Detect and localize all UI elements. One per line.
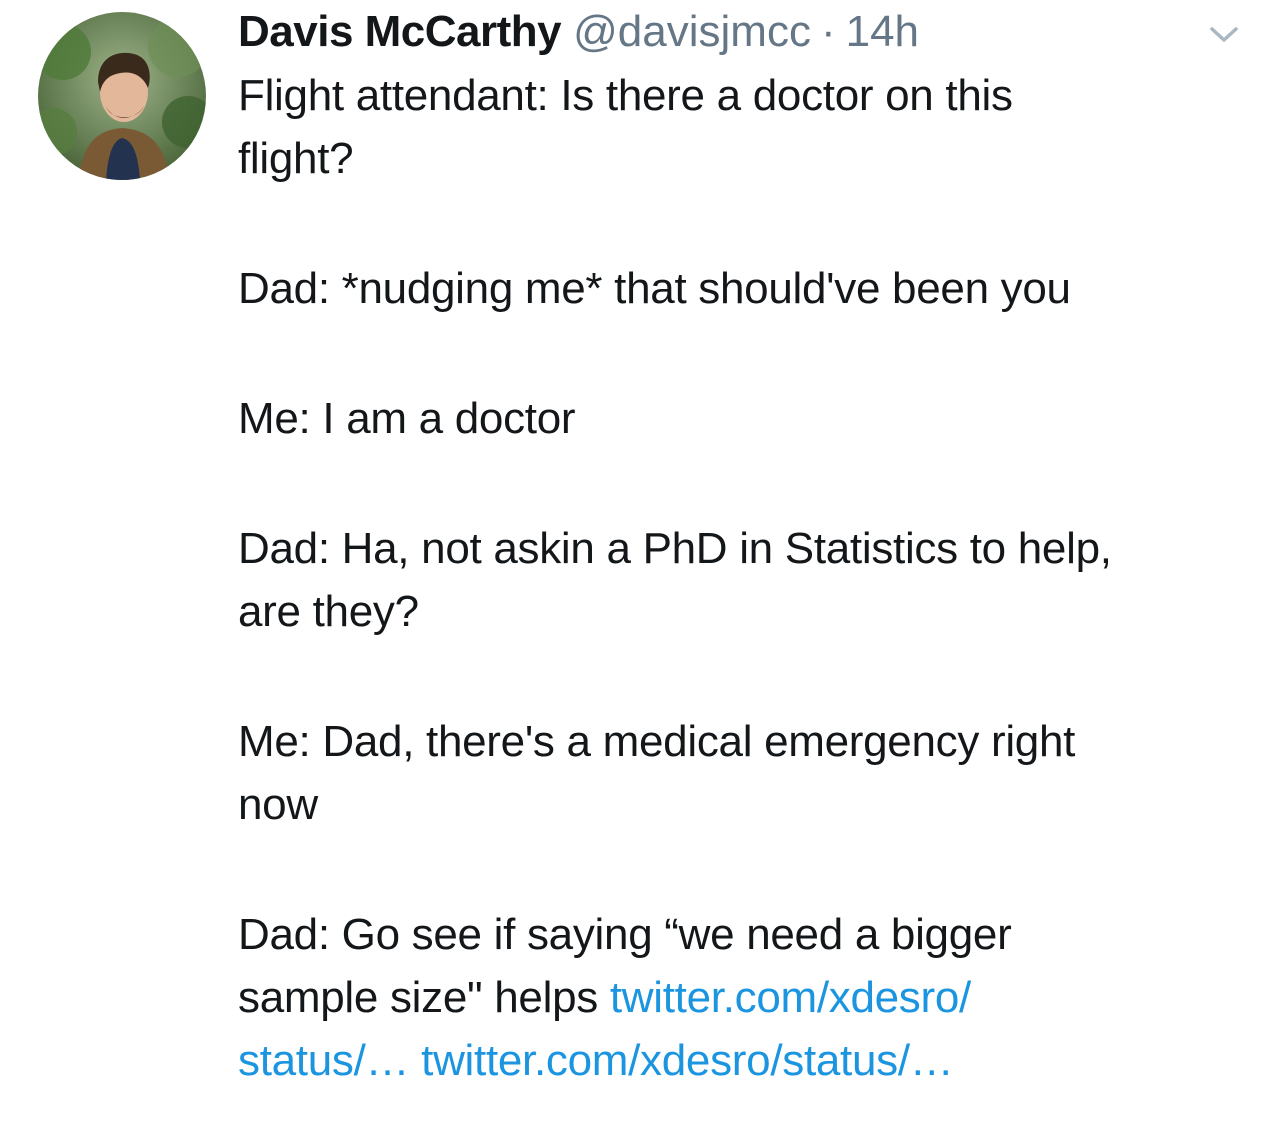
link-quoted-tweet[interactable]: twitter.com/xdesro/ [610,973,971,1022]
text-line: sample size" helps twitter.com/xdesro/ [238,966,1248,1029]
text-line: Dad: Ha, not askin a PhD in Statistics t… [238,524,1112,573]
display-name[interactable]: Davis McCarthy [238,6,562,58]
link-quoted-tweet-continued[interactable]: status/… [238,1036,410,1085]
paragraph: Me: Dad, there's a medical emergency rig… [238,710,1248,836]
timestamp[interactable]: 14h [846,6,919,58]
text-fragment: sample size" helps [238,973,610,1022]
separator-dot: · [820,7,836,56]
avatar[interactable] [38,12,206,180]
tweet-menu-button[interactable] [1206,22,1242,46]
chevron-down-icon [1210,27,1238,42]
tweet-text: Flight attendant: Is there a doctor on t… [238,64,1248,1092]
user-handle[interactable]: @davisjmcc [573,6,811,58]
paragraph: Dad: *nudging me* that should've been yo… [238,257,1248,320]
text-line: flight? [238,134,354,183]
text-line: Me: I am a doctor [238,394,576,443]
text-line: are they? [238,587,419,636]
text-line: now [238,780,318,829]
tweet: Davis McCarthy @davisjmcc · 14h Flight a… [0,0,1280,1133]
text-line: status/… twitter.com/xdesro/status/… [238,1029,1248,1092]
paragraph: Dad: Ha, not askin a PhD in Statistics t… [238,517,1248,643]
paragraph: Me: I am a doctor [238,387,1248,450]
text-line: Me: Dad, there's a medical emergency rig… [238,717,1076,766]
text-line: Dad: Go see if saying “we need a bigger [238,910,1012,959]
avatar-photo [38,12,206,180]
text-line: Dad: *nudging me* that should've been yo… [238,264,1071,313]
paragraph: Flight attendant: Is there a doctor on t… [238,64,1248,190]
paragraph: Dad: Go see if saying “we need a bigger … [238,903,1248,1092]
link-quoted-tweet-2[interactable]: twitter.com/xdesro/status/… [421,1036,954,1085]
text-line: Flight attendant: Is there a doctor on t… [238,71,1013,120]
tweet-header: Davis McCarthy @davisjmcc · 14h [238,6,919,58]
